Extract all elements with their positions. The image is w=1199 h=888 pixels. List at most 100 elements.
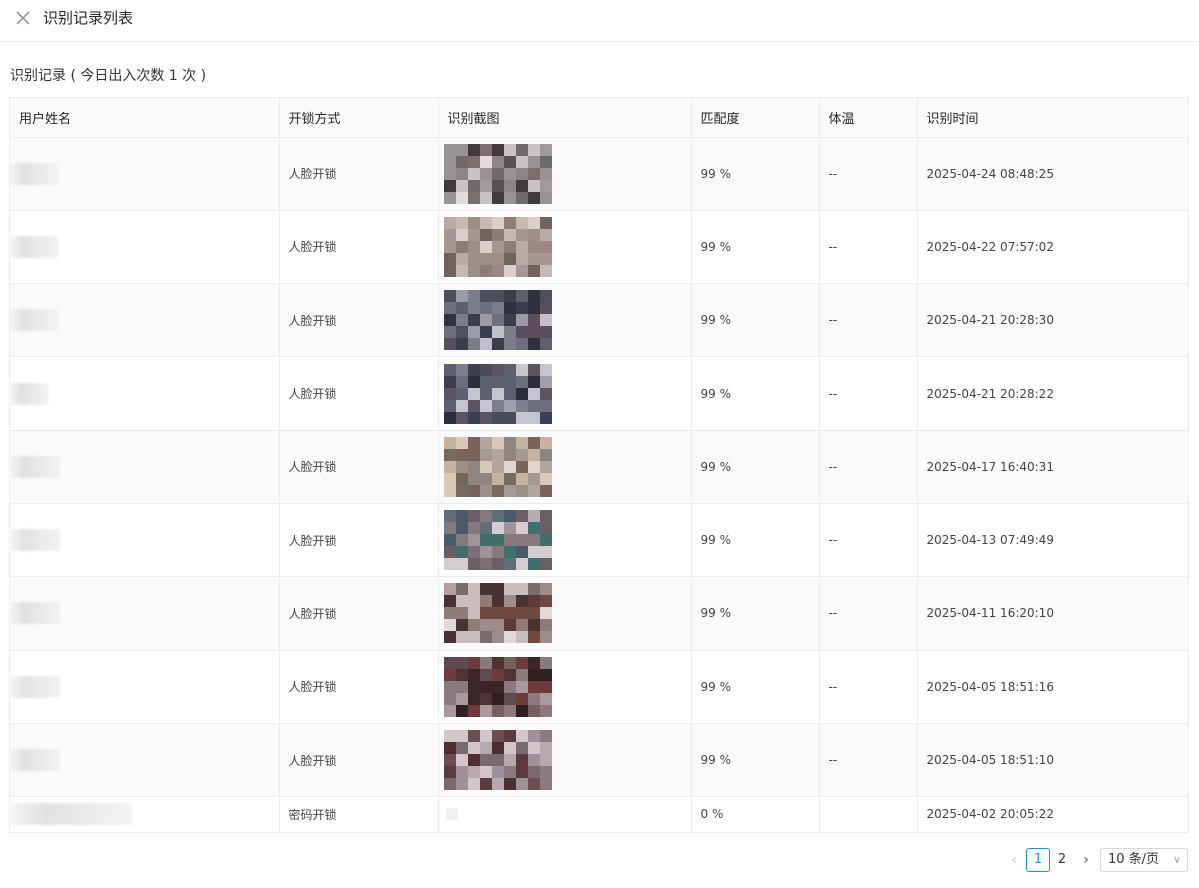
table-row: 人脸开锁 99 % -- 2025-04-11 16:20:10: [10, 576, 1188, 651]
screenshot-thumbnail[interactable]: [443, 656, 552, 717]
match-cell: 99 %: [691, 283, 820, 358]
time-cell: 2025-04-22 07:57:02: [917, 210, 1188, 285]
match-cell: 99 %: [691, 210, 820, 285]
time-cell: 2025-04-24 08:48:25: [917, 137, 1188, 211]
table-row: 人脸开锁 99 % -- 2025-04-24 08:48:25: [10, 137, 1188, 211]
time-cell: 2025-04-21 20:28:22: [917, 356, 1188, 431]
screenshot-cell: [438, 723, 692, 798]
unlock-method-cell: 人脸开锁: [279, 723, 439, 798]
temperature-cell: --: [819, 283, 918, 358]
temperature-cell: --: [819, 137, 918, 211]
blurred-name: [10, 235, 58, 258]
screenshot-cell: [438, 356, 692, 431]
table-row: 密码开锁 0 % 2025-04-02 20:05:22: [10, 796, 1188, 832]
time-cell: 2025-04-11 16:20:10: [917, 576, 1188, 651]
time-cell: 2025-04-05 18:51:16: [917, 650, 1188, 724]
match-cell: 99 %: [691, 650, 820, 724]
user-name-cell: [10, 430, 280, 504]
blurred-name: [10, 529, 60, 552]
match-cell: 99 %: [691, 430, 820, 504]
screenshot-cell: [438, 430, 692, 504]
screenshot-thumbnail[interactable]: [443, 363, 552, 424]
screenshot-cell: [438, 137, 692, 211]
page-button-2[interactable]: 2: [1052, 848, 1072, 872]
temperature-cell: --: [819, 210, 918, 285]
temperature-cell: [819, 796, 918, 832]
table-row: 人脸开锁 99 % -- 2025-04-05 18:51:10: [10, 723, 1188, 798]
time-cell: 2025-04-13 07:49:49: [917, 503, 1188, 578]
screenshot-thumbnail[interactable]: [443, 583, 552, 644]
screenshot-thumbnail[interactable]: [443, 143, 552, 204]
user-name-cell: [10, 356, 280, 431]
unlock-method-cell: 人脸开锁: [279, 137, 439, 211]
page-size-label: 10 条/页: [1108, 852, 1160, 867]
screenshot-cell: [438, 796, 692, 832]
match-cell: 0 %: [691, 796, 820, 832]
time-cell: 2025-04-17 16:40:31: [917, 430, 1188, 504]
table-row: 人脸开锁 99 % -- 2025-04-05 18:51:16: [10, 650, 1188, 724]
blurred-name: [10, 162, 58, 185]
column-header-temperature: 体温: [819, 98, 918, 138]
table-row: 人脸开锁 99 % -- 2025-04-21 20:28:30: [10, 283, 1188, 358]
screenshot-cell: [438, 576, 692, 651]
time-cell: 2025-04-21 20:28:30: [917, 283, 1188, 358]
unlock-method-cell: 人脸开锁: [279, 283, 439, 358]
unlock-method-cell: 人脸开锁: [279, 503, 439, 578]
unlock-method-cell: 人脸开锁: [279, 650, 439, 724]
user-name-cell: [10, 210, 280, 285]
unlock-method-cell: 人脸开锁: [279, 210, 439, 285]
column-header-unlock-method: 开锁方式: [279, 98, 439, 138]
screenshot-cell: [438, 650, 692, 724]
temperature-cell: --: [819, 576, 918, 651]
close-icon[interactable]: [13, 8, 33, 28]
temperature-cell: --: [819, 430, 918, 504]
blurred-name: [10, 602, 60, 625]
table-row: 人脸开锁 99 % -- 2025-04-22 07:57:02: [10, 210, 1188, 285]
time-cell: 2025-04-05 18:51:10: [917, 723, 1188, 798]
temperature-cell: --: [819, 723, 918, 798]
match-cell: 99 %: [691, 723, 820, 798]
match-cell: 99 %: [691, 356, 820, 431]
page-button-1[interactable]: 1: [1026, 848, 1050, 872]
temperature-cell: --: [819, 356, 918, 431]
chevron-right-icon[interactable]: ›: [1078, 852, 1094, 868]
screenshot-thumbnail[interactable]: [443, 436, 552, 497]
temperature-cell: --: [819, 503, 918, 578]
screenshot-thumbnail[interactable]: [443, 510, 552, 571]
unlock-method-cell: 人脸开锁: [279, 356, 439, 431]
blurred-name: [10, 309, 58, 332]
temperature-cell: --: [819, 650, 918, 724]
screenshot-thumbnail[interactable]: [443, 290, 552, 351]
page-size-select[interactable]: 10 条/页 ∨: [1100, 848, 1188, 872]
blurred-name: [10, 749, 60, 772]
user-name-cell: [10, 576, 280, 651]
chevron-left-icon[interactable]: ‹: [1006, 852, 1022, 868]
screenshot-thumbnail[interactable]: [443, 216, 552, 277]
column-header-user-name: 用户姓名: [10, 98, 280, 138]
unlock-method-cell: 人脸开锁: [279, 576, 439, 651]
match-cell: 99 %: [691, 137, 820, 211]
page-header: 识别记录列表: [0, 0, 1199, 42]
unlock-method-cell: 人脸开锁: [279, 430, 439, 504]
screenshot-cell: [438, 210, 692, 285]
user-name-cell: [10, 723, 280, 798]
chevron-down-icon: ∨: [1172, 853, 1181, 866]
table-row: 人脸开锁 99 % -- 2025-04-21 20:28:22: [10, 356, 1188, 431]
table-row: 人脸开锁 99 % -- 2025-04-17 16:40:31: [10, 430, 1188, 504]
blurred-name: [10, 803, 132, 826]
column-header-time: 识别时间: [917, 98, 1188, 138]
user-name-cell: [10, 503, 280, 578]
user-name-cell: [10, 137, 280, 211]
match-cell: 99 %: [691, 576, 820, 651]
column-header-screenshot: 识别截图: [438, 98, 692, 138]
time-cell: 2025-04-02 20:05:22: [917, 796, 1188, 832]
screenshot-thumbnail[interactable]: [443, 730, 552, 791]
user-name-cell: [10, 283, 280, 358]
table-row: 人脸开锁 99 % -- 2025-04-13 07:49:49: [10, 503, 1188, 578]
table-header-row: 用户姓名 开锁方式 识别截图 匹配度 体温 识别时间: [10, 98, 1188, 138]
section-title: 识别记录 ( 今日出入次数 1 次 ): [10, 68, 207, 84]
screenshot-cell: [438, 503, 692, 578]
unlock-method-cell: 密码开锁: [279, 796, 439, 832]
user-name-cell: [10, 650, 280, 724]
screenshot-placeholder: [445, 808, 458, 821]
